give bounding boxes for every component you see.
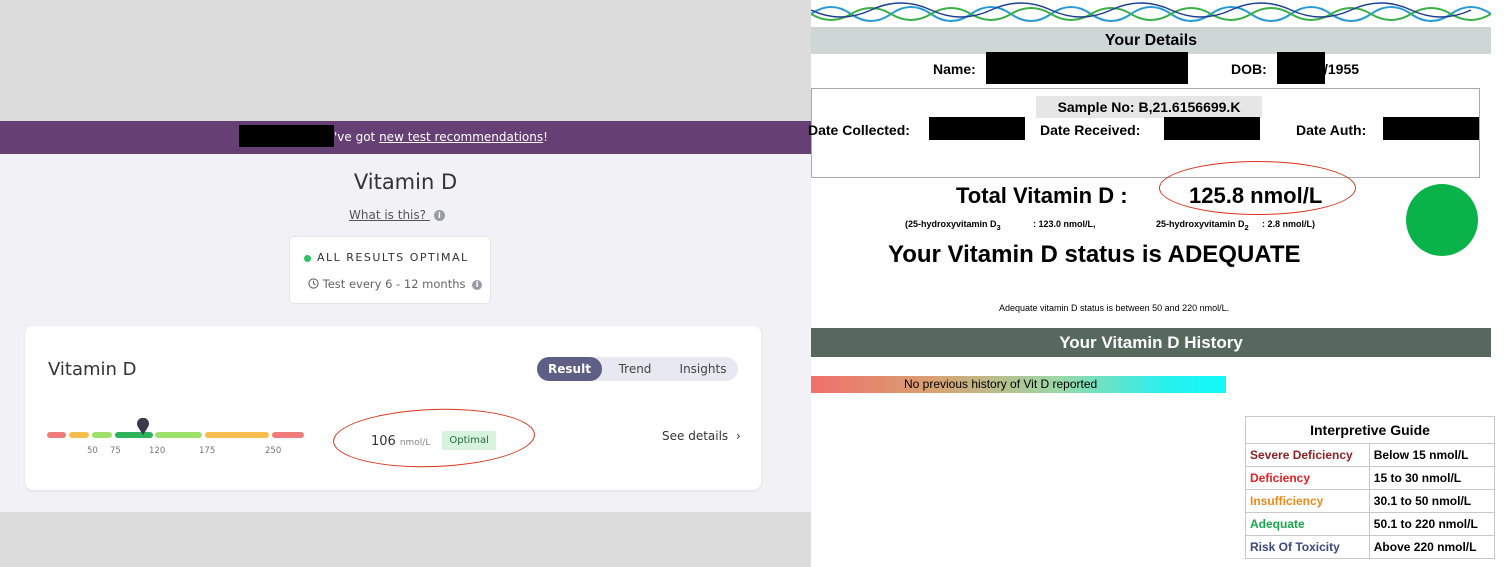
name-label: Name: [933,61,976,77]
status-dot-icon [304,254,311,262]
sample-info-box: Sample No: B,21.6156699.K Date Collected… [808,88,1480,178]
status-card: ALL RESULTS OPTIMAL Test every 6 - 12 mo… [289,236,491,304]
your-details-header: Your Details [811,27,1491,54]
gauge-segment-lightgreen-high [155,432,202,438]
d2-subscript: 2 [1244,222,1249,232]
tab-trend[interactable]: Trend [602,357,668,381]
gauge-tick: 250 [265,446,282,456]
dob-year: /1955 [1324,61,1360,77]
gauge-segment-low-red [47,432,66,438]
tab-result[interactable]: Result [537,357,602,381]
d3-label: (25-hydroxyvitamin D [905,219,997,229]
date-received-label: Date Received: [1040,122,1141,138]
what-is-this-label: What is this? [349,208,427,222]
guide-category: Deficiency [1245,466,1370,490]
card-title: Vitamin D [48,359,137,380]
redacted-dob [1277,52,1325,84]
frequency-info-icon[interactable]: i [472,279,483,290]
status-indicator-circle [1406,184,1478,256]
redacted-name [239,125,334,147]
recommendation-banner: 've got new test recommendations! [0,121,811,154]
status-label: ALL RESULTS OPTIMAL [317,251,469,264]
clock-icon [308,278,319,289]
history-text: No previous history of Vit D reported [904,377,1098,391]
tab-insights[interactable]: Insights [668,357,738,381]
d3-subscript: 3 [996,222,1001,232]
guide-range: Below 15 nmol/L [1368,443,1496,467]
banner-text: 've got [334,130,380,144]
guide-category: Risk Of Toxicity [1245,535,1370,559]
date-auth-label: Date Auth: [1296,122,1367,138]
info-icon: i [433,210,445,221]
chevron-right-icon: › [736,429,741,443]
interpretive-guide-table: Interpretive Guide Severe Deficiency Bel… [1245,416,1496,559]
see-details-link[interactable]: See details › [662,429,741,443]
view-tabs: Result Trend Insights [537,357,738,381]
guide-range: Above 220 nmol/L [1368,535,1496,559]
total-vitamin-d-label: Total Vitamin D : [956,183,1128,208]
redacted-name [986,52,1188,84]
d2-label: 25-hydroxyvitamin D [1156,219,1245,229]
range-gauge [47,432,307,438]
guide-category: Severe Deficiency [1245,443,1370,467]
adequate-range-note: Adequate vitamin D status is between 50 … [999,303,1230,313]
sample-number: Sample No: B,21.6156699.K [1036,96,1262,118]
redacted-date-collected [929,117,1025,140]
date-collected-label: Date Collected: [808,122,910,138]
gauge-segment-high-red [272,432,304,438]
guide-title: Interpretive Guide [1245,416,1495,444]
table-row: Severe Deficiency Below 15 nmol/L [1245,443,1496,467]
guide-range: 30.1 to 50 nmol/L [1368,489,1496,513]
redacted-date-received [1164,117,1260,140]
gauge-segment-lightgreen [92,432,112,438]
decorative-wave-header [811,0,1491,27]
table-row: Deficiency 15 to 30 nmol/L [1245,466,1496,490]
lab-report-panel: Your Details Name: DOB: /1955 Sample No:… [808,0,1506,567]
guide-category: Insufficiency [1245,489,1370,513]
d2-value: : 2.8 nmol/L) [1262,219,1316,229]
value-marker-icon [137,418,149,435]
highlight-circle-right [1159,161,1356,215]
test-recommendations-link[interactable]: new test recommendations [379,130,543,144]
dob-label: DOB: [1231,61,1267,77]
vitamin-d-status: Your Vitamin D status is ADEQUATE [888,241,1301,268]
table-row: Risk Of Toxicity Above 220 nmol/L [1245,535,1496,559]
gauge-segment-yellow [69,432,89,438]
gauge-tick: 50 [87,446,98,456]
left-app-panel: 've got new test recommendations! Vitami… [0,0,811,567]
gauge-segment-yellow-high [205,432,269,438]
gauge-tick: 120 [149,446,166,456]
see-details-label: See details [662,429,729,443]
guide-range: 50.1 to 220 nmol/L [1368,512,1496,536]
what-is-this-link[interactable]: What is this? i [349,208,445,222]
table-row: Adequate 50.1 to 220 nmol/L [1245,512,1496,536]
guide-category: Adequate [1245,512,1370,536]
gauge-tick: 175 [199,446,216,456]
page-title: Vitamin D [353,170,458,194]
gauge-tick: 75 [110,446,121,456]
d3-value: : 123.0 nmol/L, [1033,219,1096,229]
guide-range: 15 to 30 nmol/L [1368,466,1496,490]
table-row: Insufficiency 30.1 to 50 nmol/L [1245,489,1496,513]
redacted-date-auth [1383,117,1479,140]
test-frequency: Test every 6 - 12 months [322,277,466,291]
history-header: Your Vitamin D History [811,328,1491,357]
banner-suffix: ! [543,130,548,144]
